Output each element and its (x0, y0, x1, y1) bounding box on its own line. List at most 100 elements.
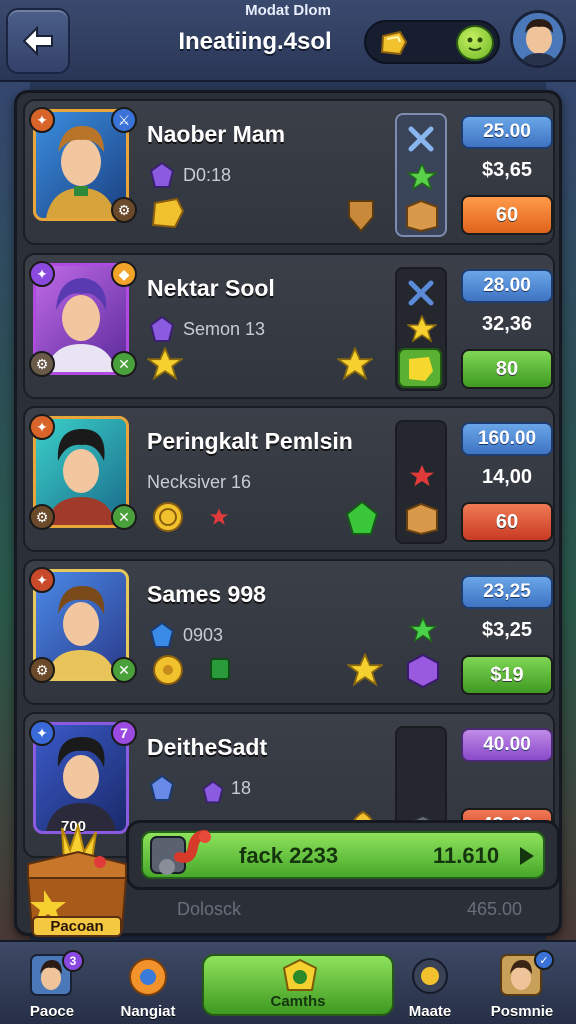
cross-badge-icon: ✕ (111, 351, 137, 377)
play-arrow-icon (520, 847, 534, 865)
gear-badge-icon: ⚙ (29, 351, 55, 377)
worm-pet-icon (150, 830, 211, 875)
promo-value: 11.610 (433, 843, 500, 868)
profile-avatar[interactable] (510, 10, 566, 68)
red-star-icon (410, 464, 434, 487)
element-badge-icon: ✦ (29, 107, 55, 133)
sword-badge-icon: ⚔ (111, 107, 137, 133)
purple-gem-icon (149, 161, 175, 188)
price-badge: 25.00 (461, 115, 553, 149)
price-badge: 160.00 (461, 422, 553, 456)
cross-badge-icon: ✕ (111, 657, 137, 683)
emote-button[interactable] (456, 25, 494, 61)
player-name: DeitheSadt (147, 734, 268, 760)
list-item[interactable]: ✦ ⚔ ⚙ Naober Mam D0:18 25.00 $3,65 60 (23, 99, 555, 245)
gear-badge-icon: ⚙ (111, 197, 137, 223)
close-icon[interactable] (405, 279, 437, 307)
star-icon (337, 347, 373, 381)
element-badge-icon: ✦ (29, 414, 55, 440)
purple-gem-icon (202, 780, 224, 804)
player-name: Peringkalt Pemlsin (147, 428, 353, 454)
gear-badge-icon: ⚙ (29, 504, 55, 530)
player-name: Naober Mam (147, 121, 286, 147)
cross-badge-icon: ✕ (111, 504, 137, 530)
price-value: $3,25 (481, 619, 533, 641)
promo-label: fack 2233 (239, 843, 339, 868)
blue-gem-icon (149, 621, 175, 648)
element-badge-icon: ✦ (29, 261, 55, 287)
star-icon (407, 315, 437, 343)
leaderboard-panel: ✦ ⚔ ⚙ Naober Mam D0:18 25.00 $3,65 60 ✦ … (14, 90, 562, 936)
dimmed-row-name: Dolosck (177, 899, 242, 919)
price-badge: 23,25 (461, 575, 553, 609)
level-badge: 7 (111, 720, 137, 746)
nav-badge: 3 (62, 950, 84, 972)
avatar-portrait-icon (513, 13, 563, 65)
nav-item-maate[interactable]: Maate (380, 948, 480, 1024)
list-item[interactable]: ✦ ◆ ⚙ ✕ Nektar Sool Semon 13 28.00 32,36… (23, 253, 555, 399)
nav-item-camths[interactable]: Camths (202, 954, 394, 1016)
element-badge-icon: ✦ (29, 567, 55, 593)
currency-pill[interactable] (364, 20, 500, 64)
close-icon[interactable] (405, 125, 437, 153)
clock-shield-icon (282, 958, 318, 991)
chest-icon[interactable] (403, 197, 441, 233)
star-icon (347, 653, 383, 687)
player-stat: Semon 13 (183, 319, 266, 339)
list-item[interactable]: ✦ ⚙ ✕ Peringkalt Pemlsin Necksiver 16 16… (23, 406, 555, 552)
purple-cube-icon[interactable] (405, 653, 441, 689)
player-stat: 18 (231, 778, 252, 798)
price-value: 32,36 (481, 313, 533, 335)
green-rune-icon (210, 658, 230, 680)
arrow-left-icon (22, 26, 53, 56)
star-icon (409, 617, 437, 643)
nav-item-posmnie[interactable]: ✓ Posmnie (472, 948, 572, 1024)
chest-icon[interactable] (403, 500, 441, 536)
diamond-badge-icon: ◆ (111, 261, 137, 287)
shield-icon (348, 200, 374, 233)
purple-gem-icon (149, 315, 175, 342)
price-value: $3,65 (481, 159, 533, 181)
treasure-chest[interactable]: Pacoan (22, 820, 132, 946)
check-badge-icon: ✓ (534, 950, 554, 970)
gold-orb-icon (412, 958, 448, 994)
promo-button[interactable]: fack 2233 11.610 (141, 830, 545, 879)
top-header: Modat Dlom Ineatiing.4sol (0, 0, 576, 82)
dimmed-row-value: 465.00 (467, 899, 523, 919)
player-name: Nektar Sool (147, 275, 275, 301)
orange-flower-icon (129, 958, 167, 996)
price-value: 14,00 (481, 466, 533, 488)
nav-label: Maate (408, 1003, 452, 1020)
green-gem-icon (345, 500, 379, 535)
nav-item-nangiat[interactable]: Nangiat (98, 948, 198, 1024)
nav-item-paoce[interactable]: 3 Paoce (2, 948, 102, 1024)
gold-block-icon[interactable] (397, 347, 443, 389)
star-icon (407, 163, 437, 191)
smiley-icon (467, 37, 483, 51)
buy-button[interactable]: $19 (461, 655, 553, 695)
player-stat: D0:18 (183, 165, 232, 185)
buy-button[interactable]: 60 (461, 502, 553, 542)
buy-button[interactable]: 60 (461, 195, 553, 235)
header-subtitle: Modat Dlom (245, 2, 331, 19)
buy-button[interactable]: 80 (461, 349, 553, 389)
element-badge-icon: ✦ (29, 720, 55, 746)
nav-label: Paoce (29, 1003, 75, 1020)
promo-bar[interactable]: fack 2233 11.610 (126, 820, 560, 890)
page-title: Ineatiing.4sol (178, 28, 332, 55)
gear-badge-icon: ⚙ (29, 657, 55, 683)
list-item[interactable]: ✦ ⚙ ✕ Sames 998 0903 23,25 $3,25 $19 (23, 559, 555, 705)
gold-coin-icon (153, 502, 183, 532)
nav-label: Posmnie (490, 1003, 554, 1020)
gold-gem-icon (380, 30, 408, 56)
gold-flower-icon (153, 655, 183, 685)
price-badge: 28.00 (461, 269, 553, 303)
nav-label: Nangiat (120, 1003, 176, 1020)
blue-gem-icon (149, 774, 175, 801)
chest-label: Pacoan (32, 916, 122, 937)
nav-label: Camths (270, 993, 326, 1010)
player-name: Sames 998 (147, 581, 266, 607)
player-stat: Necksiver 16 (147, 472, 252, 492)
bottom-nav: 3 Paoce Nangiat Camths Maate ✓ Posmnie (0, 940, 576, 1024)
gold-gem-icon (151, 197, 185, 229)
